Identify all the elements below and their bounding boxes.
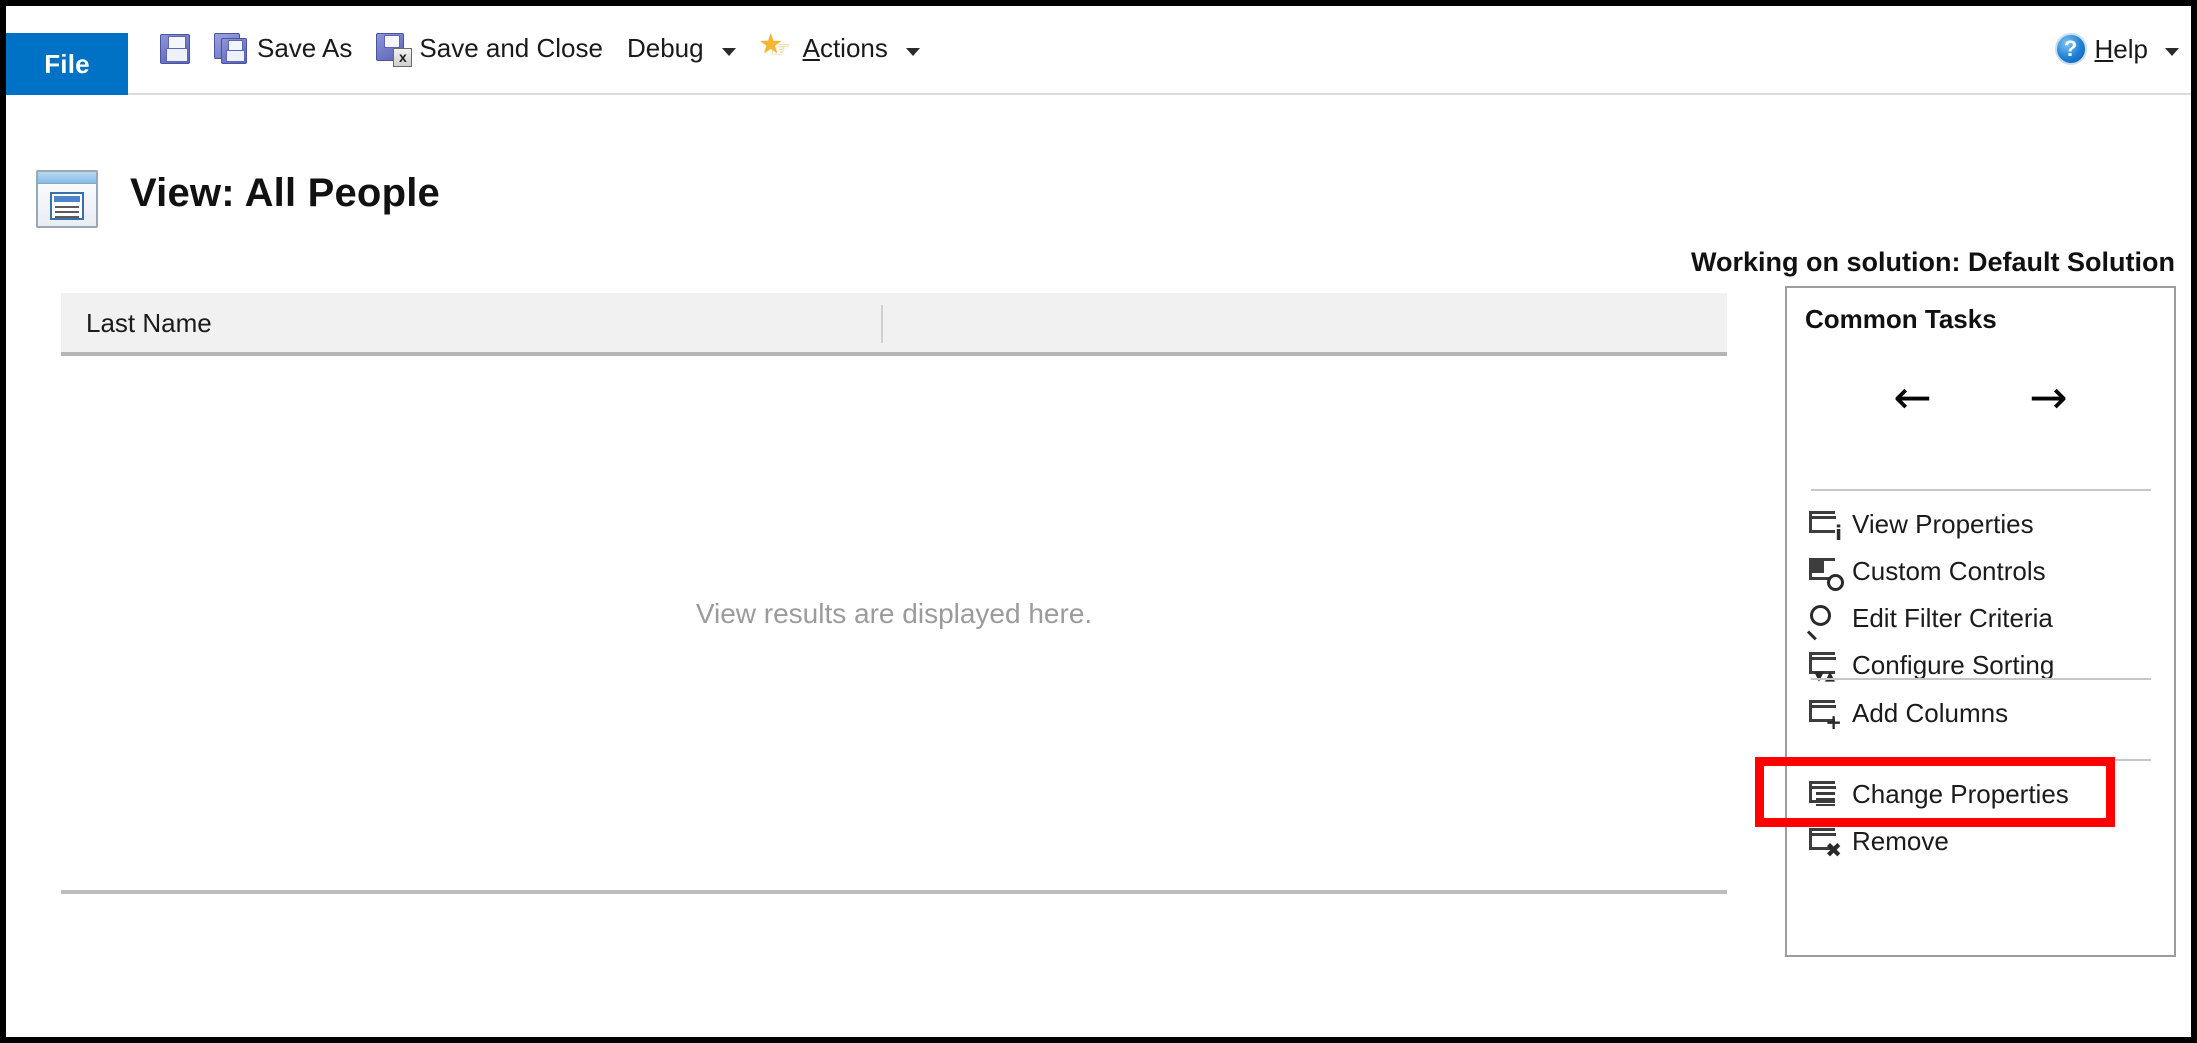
view-entity-icon <box>36 170 98 228</box>
view-properties-icon: i <box>1808 510 1842 543</box>
file-tab[interactable]: File <box>6 33 128 95</box>
app-window: File Save As x Save and Close Debug ★ ☞ … <box>6 6 2191 1037</box>
actions-star-icon: ★ ☞ <box>758 29 792 63</box>
save-as-label: Save As <box>257 32 353 63</box>
task-label: Edit Filter Criteria <box>1852 603 2053 633</box>
ribbon-command-bar: Save As x Save and Close Debug ★ ☞ Action… <box>148 6 932 92</box>
debug-label: Debug <box>626 32 704 63</box>
divider <box>1811 489 2151 491</box>
remove-icon: ✖ <box>1808 827 1842 860</box>
chevron-down-icon <box>2165 48 2179 56</box>
save-as-icon <box>214 33 248 65</box>
common-tasks-group-one: i View Properties Custom Controls Edit F… <box>1787 501 2174 689</box>
actions-menu-button[interactable]: ★ ☞ Actions <box>748 21 932 77</box>
common-tasks-group-two: + Add Columns <box>1787 690 2174 737</box>
change-properties-icon <box>1808 780 1840 810</box>
help-menu-button[interactable]: ? Help <box>2054 6 2179 92</box>
column-resize-handle[interactable] <box>881 305 883 343</box>
save-button[interactable] <box>148 21 202 77</box>
chevron-down-icon <box>721 48 736 56</box>
chevron-down-icon <box>905 48 920 56</box>
common-tasks-panel: Common Tasks ← → i View Properties Custo… <box>1755 286 2176 957</box>
save-and-close-icon: x <box>376 33 413 67</box>
page-title: View: All People <box>130 171 440 215</box>
save-icon <box>160 34 190 64</box>
debug-menu-button[interactable]: Debug <box>615 21 748 77</box>
task-edit-filter-criteria[interactable]: Edit Filter Criteria <box>1787 595 2174 642</box>
page-header: View: All People Working on solution: De… <box>6 95 2191 277</box>
save-as-button[interactable]: Save As <box>202 21 364 77</box>
common-tasks-navigation: ← → <box>1787 372 2174 422</box>
task-add-columns[interactable]: + Add Columns <box>1787 690 2174 737</box>
forward-arrow-icon[interactable]: → <box>2019 372 2079 422</box>
task-label: Configure Sorting <box>1852 650 2055 680</box>
task-change-properties[interactable]: Change Properties <box>1787 771 2174 818</box>
save-and-close-button[interactable]: x Save and Close <box>364 21 615 77</box>
task-label: Change Properties <box>1852 779 2069 809</box>
command-ribbon: File Save As x Save and Close Debug ★ ☞ … <box>6 6 2191 95</box>
task-configure-sorting[interactable]: ▼▲ Configure Sorting <box>1787 642 2174 689</box>
task-label: View Properties <box>1852 509 2034 539</box>
common-tasks-title: Common Tasks <box>1805 304 1997 334</box>
help-label: Help <box>2094 33 2148 64</box>
custom-controls-icon <box>1808 557 1844 591</box>
divider <box>1811 759 2151 761</box>
task-label: Add Columns <box>1852 698 2009 728</box>
column-header-last-name[interactable]: Last Name <box>86 308 212 339</box>
grid-empty-message: View results are displayed here. <box>695 598 1093 629</box>
task-custom-controls[interactable]: Custom Controls <box>1787 548 2174 595</box>
task-label: Remove <box>1852 826 1949 856</box>
solution-context-label: Working on solution: Default Solution <box>1691 247 2175 277</box>
divider <box>1811 678 2151 680</box>
common-tasks-group-three: Change Properties ✖ Remove <box>1787 771 2174 865</box>
view-grid-header: Last Name <box>61 293 1727 356</box>
magnifier-icon <box>1806 604 1840 640</box>
grid-bottom-divider <box>61 890 1727 894</box>
task-label: Custom Controls <box>1852 556 2046 586</box>
help-icon: ? <box>2054 33 2087 65</box>
file-tab-label: File <box>44 48 90 79</box>
task-remove[interactable]: ✖ Remove <box>1787 818 2174 865</box>
back-arrow-icon[interactable]: ← <box>1883 372 1943 422</box>
actions-label: Actions <box>802 32 888 63</box>
add-columns-icon: + <box>1808 699 1842 732</box>
configure-sorting-icon: ▼▲ <box>1808 651 1840 683</box>
task-view-properties[interactable]: i View Properties <box>1787 501 2174 548</box>
save-and-close-label: Save and Close <box>419 32 603 63</box>
